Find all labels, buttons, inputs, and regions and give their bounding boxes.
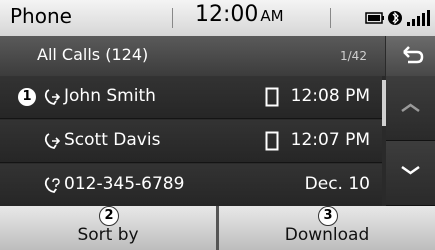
clock-time: 12:00 <box>195 2 259 27</box>
signal-icon <box>407 10 430 26</box>
scroll-controls <box>386 76 435 206</box>
chevron-up-icon <box>401 103 420 113</box>
clock-ampm: AM <box>260 7 284 25</box>
call-row[interactable]: 012-345-6789 Dec. 10 <box>0 164 382 207</box>
call-row[interactable]: Scott Davis 12:07 PM <box>0 120 382 163</box>
callout-badge-3: 3 <box>318 206 338 226</box>
caller-name: Scott Davis <box>64 130 161 150</box>
chevron-down-icon <box>401 165 420 175</box>
caller-name: 012-345-6789 <box>64 174 185 194</box>
back-arrow-icon <box>403 46 424 64</box>
page-indicator: 1/42 <box>340 49 367 63</box>
phone-screen: Phone 12:00 AM All Calls (124) 1/42 1 Jo… <box>0 0 435 250</box>
sort-by-button[interactable]: 2 Sort by <box>0 206 216 250</box>
status-bar: Phone 12:00 AM <box>0 0 435 36</box>
download-button[interactable]: 3 Download <box>219 206 435 250</box>
callout-badge-1: 1 <box>18 88 36 106</box>
call-time: 12:07 PM <box>290 130 370 150</box>
scroll-up-button[interactable] <box>386 76 435 141</box>
callout-badge-2: 2 <box>99 206 119 226</box>
back-button[interactable] <box>385 36 435 76</box>
caller-name: John Smith <box>64 86 156 106</box>
status-icons <box>365 10 430 26</box>
list-header: All Calls (124) 1/42 <box>0 36 435 76</box>
status-divider <box>172 8 173 28</box>
call-row[interactable]: 1 John Smith 12:08 PM <box>0 76 382 119</box>
scroll-down-button[interactable] <box>386 141 435 206</box>
list-title: All Calls (124) <box>37 45 149 64</box>
status-divider <box>330 8 331 28</box>
outgoing-call-icon <box>44 133 60 149</box>
missed-call-icon <box>44 177 60 193</box>
mobile-phone-icon <box>265 87 279 107</box>
app-title: Phone <box>10 4 72 28</box>
call-date: Dec. 10 <box>304 174 370 194</box>
clock: 12:00 AM <box>195 2 284 27</box>
outgoing-call-icon <box>44 89 60 105</box>
download-label: Download <box>284 225 370 245</box>
sort-by-label: Sort by <box>77 225 139 245</box>
battery-icon <box>365 12 384 24</box>
call-list: 1 John Smith 12:08 PM Scott Davis 12:07 … <box>0 76 382 207</box>
bluetooth-icon <box>388 11 402 25</box>
mobile-phone-icon <box>265 131 279 151</box>
call-time: 12:08 PM <box>290 86 370 106</box>
